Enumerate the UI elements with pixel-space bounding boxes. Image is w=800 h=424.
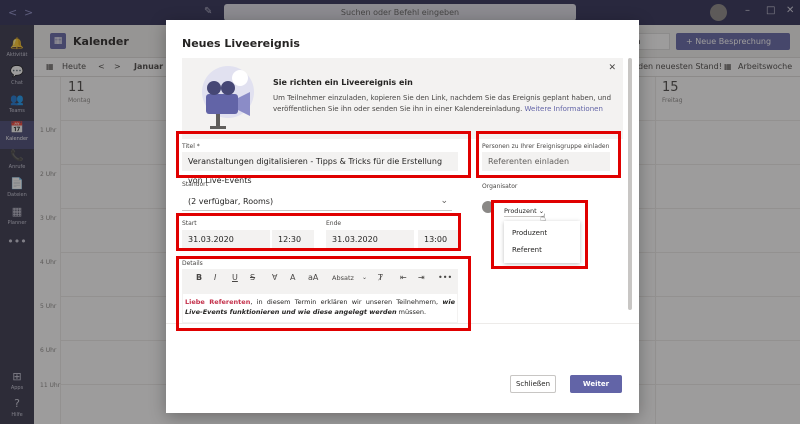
camera-illustration-icon bbox=[202, 66, 254, 129]
start-date-input[interactable]: 31.03.2020 bbox=[182, 230, 270, 249]
organizer-label: Organisator bbox=[482, 183, 518, 190]
dialog-title: Neues Liveereignis bbox=[182, 37, 300, 50]
clear-format-icon[interactable]: T̷ bbox=[378, 273, 383, 282]
bold-icon[interactable]: B bbox=[196, 273, 202, 282]
details-textarea[interactable]: Liebe Referenten, in diesem Termin erklä… bbox=[182, 293, 458, 323]
role-option-presenter[interactable]: Referent bbox=[512, 246, 542, 254]
end-label: Ende bbox=[326, 220, 342, 227]
indent-icon[interactable]: ⇥ bbox=[418, 273, 425, 282]
invite-label: Personen zu Ihrer Ereignisgruppe einlade… bbox=[482, 143, 610, 150]
start-label: Start bbox=[182, 220, 197, 227]
editor-toolbar: B I U S ∀ A aA Absatz ⌄ T̷ ⇤ ⇥ ••• bbox=[182, 269, 458, 289]
font-color-icon[interactable]: A bbox=[290, 273, 295, 282]
outdent-icon[interactable]: ⇤ bbox=[400, 273, 407, 282]
close-button[interactable]: Schließen bbox=[510, 375, 556, 393]
location-select[interactable]: (2 verfügbar, Rooms) ⌄ bbox=[182, 192, 452, 211]
banner-text: Um Teilnehmer einzuladen, kopieren Sie d… bbox=[273, 94, 612, 113]
role-dropdown-menu: Produzent Referent bbox=[504, 221, 580, 263]
end-time-input[interactable]: 13:00 bbox=[418, 230, 458, 249]
chevron-down-icon: ⌄ bbox=[440, 196, 448, 206]
next-button[interactable]: Weiter bbox=[570, 375, 622, 393]
underline-icon[interactable]: U bbox=[232, 273, 238, 282]
title-label: Titel * bbox=[182, 143, 200, 150]
end-date-input[interactable]: 31.03.2020 bbox=[326, 230, 414, 249]
strikethrough-icon[interactable]: S bbox=[250, 273, 255, 282]
paragraph-select[interactable]: Absatz bbox=[332, 274, 354, 282]
details-editor: B I U S ∀ A aA Absatz ⌄ T̷ ⇤ ⇥ ••• Liebe… bbox=[182, 269, 458, 323]
divider bbox=[166, 323, 639, 324]
start-time-input[interactable]: 12:30 bbox=[272, 230, 314, 249]
more-info-link[interactable]: Weitere Informationen bbox=[525, 105, 603, 113]
new-live-event-dialog: Neues Liveereignis ✕ Sie richten ein Liv… bbox=[166, 20, 639, 413]
title-input[interactable]: Veranstaltungen digitalisieren - Tipps &… bbox=[182, 152, 458, 185]
hand-cursor-icon: ☝ bbox=[540, 213, 547, 224]
more-options-icon[interactable]: ••• bbox=[438, 273, 452, 282]
dialog-scrollbar[interactable] bbox=[628, 58, 632, 310]
chevron-down-icon: ⌄ bbox=[362, 274, 368, 281]
details-label: Details bbox=[182, 260, 203, 267]
organizer-avatar bbox=[482, 201, 494, 213]
invite-input[interactable]: Referenten einladen bbox=[482, 152, 610, 171]
italic-icon[interactable]: I bbox=[214, 273, 216, 282]
role-select[interactable]: Produzent ⌄ bbox=[504, 207, 545, 217]
location-label: Standort bbox=[182, 181, 208, 188]
role-option-producer[interactable]: Produzent bbox=[512, 229, 547, 237]
banner-title: Sie richten ein Liveereignis ein bbox=[273, 78, 413, 87]
font-size-icon[interactable]: aA bbox=[308, 273, 318, 282]
info-banner: ✕ Sie richten ein Liveereignis ein Um Te… bbox=[182, 58, 623, 139]
close-banner-icon[interactable]: ✕ bbox=[608, 63, 616, 73]
highlight-icon[interactable]: ∀ bbox=[272, 273, 277, 282]
